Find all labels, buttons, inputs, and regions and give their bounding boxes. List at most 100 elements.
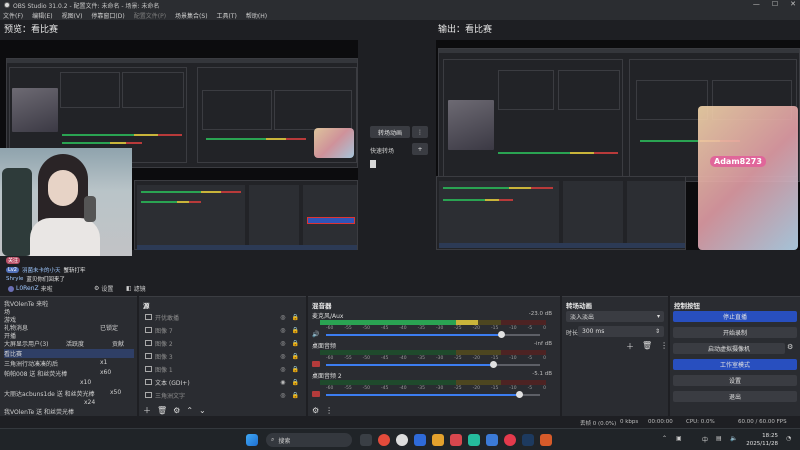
- source-item[interactable]: 图像 3 ◎ 🔒: [141, 350, 303, 362]
- duration-spinbox[interactable]: 300 ms ⇕: [578, 326, 664, 337]
- menu-docks[interactable]: 停靠窗口(D): [91, 11, 124, 20]
- app-icon[interactable]: [414, 434, 426, 446]
- scene-item[interactable]: 三角洲行动凑凑的后: [4, 359, 58, 368]
- lock-icon[interactable]: 🔒: [292, 379, 299, 386]
- settings-tab[interactable]: ⚙ 设置: [94, 284, 113, 293]
- menu-help[interactable]: 帮助(H): [246, 11, 267, 20]
- add-transition-button[interactable]: ＋: [626, 341, 634, 352]
- windows-start-icon[interactable]: [246, 434, 258, 446]
- minimize-button[interactable]: —: [753, 0, 760, 8]
- muted-speaker-icon[interactable]: [312, 361, 320, 367]
- notification-icon[interactable]: ◔: [786, 435, 791, 442]
- source-item[interactable]: 三角洲文字 ◎ 🔒: [141, 389, 303, 401]
- spin-arrows-icon[interactable]: ⇕: [655, 328, 660, 335]
- exit-button[interactable]: 退出: [673, 391, 797, 402]
- ime-indicator[interactable]: 中: [702, 435, 708, 444]
- scene-item-selected[interactable]: 看比赛: [4, 349, 134, 358]
- scale-tick: -25: [454, 386, 462, 391]
- source-item[interactable]: 图像 2 ◎ 🔒: [141, 337, 303, 349]
- transition-more-button[interactable]: ⋮: [412, 126, 428, 138]
- taskbar-search[interactable]: ⌕ 搜索: [266, 433, 352, 447]
- app-icon[interactable]: [540, 434, 552, 446]
- eye-icon[interactable]: ◎: [280, 392, 285, 399]
- network-icon[interactable]: ▤: [716, 435, 722, 442]
- source-item[interactable]: 开优敢播 ◎ 🔒: [141, 311, 303, 323]
- stop-streaming-button[interactable]: 停止直播: [673, 311, 797, 322]
- move-up-button[interactable]: ⌃: [186, 406, 193, 415]
- eye-icon[interactable]: ◎: [280, 314, 285, 321]
- lock-icon[interactable]: 🔒: [292, 366, 299, 373]
- activity-label: 活跃度: [66, 341, 85, 348]
- steam-icon[interactable]: [522, 434, 534, 446]
- taskbar-clock[interactable]: 18:25 2025/11/28: [746, 432, 778, 448]
- source-properties-button[interactable]: ⚙: [173, 406, 180, 415]
- lock-icon[interactable]: 🔒: [292, 314, 299, 321]
- controls-dock: 控制按钮 停止直播 开始录制 启动虚拟摄像机 ⚙ 工作室模式 设置 退出: [670, 296, 800, 416]
- menu-profile[interactable]: 配置文件(P): [134, 11, 166, 20]
- eye-icon[interactable]: ◎: [280, 353, 285, 360]
- remove-transition-button[interactable]: 🗑: [642, 341, 652, 352]
- volume-icon[interactable]: 🔈: [730, 435, 737, 442]
- volume-knob[interactable]: [498, 331, 506, 338]
- transition-button[interactable]: 转场动画: [370, 126, 410, 138]
- eye-icon[interactable]: ◎: [280, 327, 285, 334]
- eye-icon[interactable]: ◉: [280, 379, 285, 386]
- obs-icon[interactable]: [396, 434, 408, 446]
- menu-file[interactable]: 文件(F): [3, 11, 23, 20]
- volume-knob[interactable]: [515, 391, 523, 398]
- scene-transitions-dock: 转场动画 淡入淡出 ▾ 时长 300 ms ⇕ ＋ 🗑 ⋮: [562, 296, 668, 416]
- virtual-camera-gear-icon[interactable]: ⚙: [787, 343, 793, 351]
- lock-icon[interactable]: 🔒: [292, 392, 299, 399]
- source-item[interactable]: 文本 (GDI+) ◉ 🔒: [141, 376, 303, 388]
- mixer-menu-icon[interactable]: ⋮: [325, 406, 333, 415]
- app-icon[interactable]: [450, 434, 462, 446]
- source-item[interactable]: 图像 7 ◎ 🔒: [141, 324, 303, 336]
- transition-menu-button[interactable]: ⋮: [660, 341, 668, 352]
- app-icon[interactable]: [504, 434, 516, 446]
- studio-mode-button[interactable]: 工作室模式: [673, 359, 797, 370]
- start-virtual-camera-button[interactable]: 启动虚拟摄像机: [673, 343, 785, 354]
- menu-view[interactable]: 视图(V): [62, 11, 83, 20]
- lock-icon[interactable]: 🔒: [292, 340, 299, 347]
- chrome-icon[interactable]: [378, 434, 390, 446]
- close-button[interactable]: ✕: [790, 0, 796, 8]
- volume-knob[interactable]: [489, 361, 497, 368]
- maximize-button[interactable]: ☐: [772, 0, 778, 8]
- filters-tab[interactable]: ◧ 滤镜: [126, 284, 146, 293]
- menu-edit[interactable]: 编辑(E): [32, 11, 52, 20]
- transition-select[interactable]: 淡入淡出 ▾: [566, 311, 664, 322]
- sources-title: 源: [143, 302, 150, 310]
- overlay-username: Adam8273: [710, 156, 766, 167]
- volume-slider[interactable]: [326, 361, 540, 368]
- eye-icon[interactable]: ◎: [280, 366, 285, 373]
- volume-slider[interactable]: [326, 331, 540, 338]
- muted-speaker-icon[interactable]: [312, 391, 320, 397]
- advanced-audio-icon[interactable]: ⚙: [312, 406, 319, 415]
- settings-button[interactable]: 设置: [673, 375, 797, 386]
- file-explorer-icon[interactable]: [360, 434, 372, 446]
- app-icon[interactable]: [486, 434, 498, 446]
- add-quick-transition-button[interactable]: +: [412, 143, 428, 155]
- scale-tick: -25: [454, 356, 462, 361]
- lock-icon[interactable]: 🔒: [292, 327, 299, 334]
- volume-slider[interactable]: [326, 391, 540, 398]
- t-bar-slider[interactable]: [370, 160, 376, 168]
- scale-tick: -30: [435, 356, 444, 361]
- move-down-button[interactable]: ⌄: [199, 406, 206, 415]
- app-icon[interactable]: [468, 434, 480, 446]
- speaker-icon[interactable]: 🔊: [312, 331, 319, 338]
- cpu-usage: CPU: 0.0%: [686, 419, 715, 425]
- eye-icon[interactable]: ◎: [280, 340, 285, 347]
- menu-tools[interactable]: 工具(T): [217, 11, 237, 20]
- app-icon[interactable]: [432, 434, 444, 446]
- remove-source-button[interactable]: 🗑: [157, 406, 167, 415]
- gift-count: x10: [80, 379, 92, 386]
- start-recording-button[interactable]: 开始录制: [673, 327, 797, 338]
- add-source-button[interactable]: ＋: [143, 405, 151, 416]
- chat-line: 关注: [6, 256, 132, 265]
- source-item[interactable]: 图像 1 ◎ 🔒: [141, 363, 303, 375]
- chevron-up-icon[interactable]: ⌃: [662, 435, 667, 442]
- menu-scene-collection[interactable]: 场景集合(S): [175, 11, 208, 20]
- tray-icon[interactable]: ▣: [676, 435, 682, 442]
- lock-icon[interactable]: 🔒: [292, 353, 299, 360]
